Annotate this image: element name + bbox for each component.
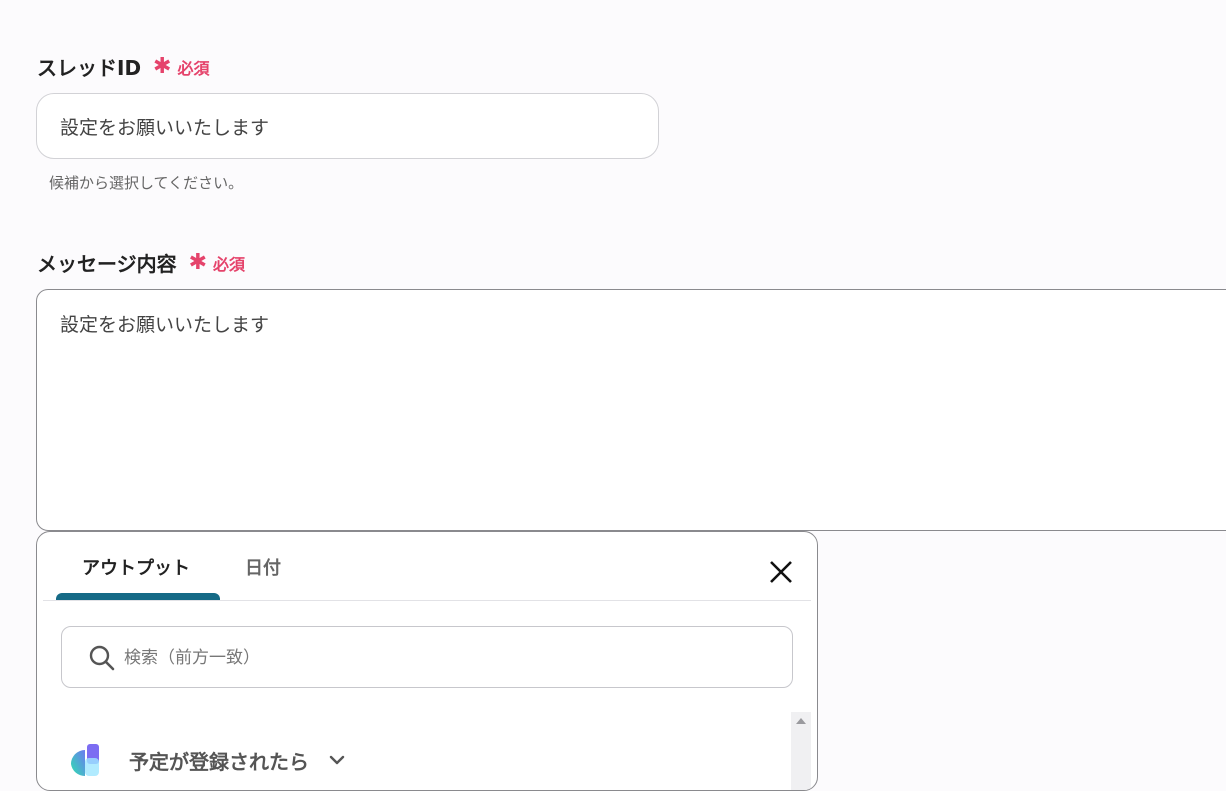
scrollbar[interactable]	[791, 712, 811, 790]
thread-id-label: スレッドID ✱ 必須	[37, 52, 210, 81]
required-asterisk-icon: ✱	[153, 53, 172, 79]
close-icon	[770, 561, 792, 583]
calendar-app-icon	[71, 744, 99, 777]
tab-date[interactable]: 日付	[245, 554, 281, 580]
required-badge: 必須	[177, 58, 210, 78]
message-label: メッセージ内容 ✱ 必須	[37, 248, 245, 277]
search-input[interactable]	[122, 637, 766, 679]
required-badge: 必須	[213, 254, 246, 274]
close-button[interactable]	[765, 556, 797, 588]
thread-id-label-text: スレッドID	[37, 56, 142, 80]
thread-id-value: 設定をお願いいたします	[60, 116, 270, 139]
thread-id-input[interactable]: 設定をお願いいたします	[36, 93, 659, 159]
tab-divider	[43, 600, 811, 601]
search-icon	[89, 645, 115, 671]
message-label-text: メッセージ内容	[37, 252, 177, 276]
search-box	[61, 626, 793, 688]
chevron-down-icon[interactable]	[327, 750, 347, 770]
required-asterisk-icon: ✱	[188, 249, 208, 275]
thread-id-help-text: 候補から選択してください。	[49, 174, 244, 192]
list-item-label: 予定が登録されたら	[129, 749, 309, 774]
tab-output[interactable]: アウトプット	[82, 554, 190, 580]
message-textarea[interactable]: 設定をお願いいたします	[36, 289, 1226, 531]
list-item[interactable]: 予定が登録されたら	[67, 736, 347, 784]
panel-tabs: アウトプット 日付	[37, 532, 817, 601]
scroll-up-arrow-icon[interactable]	[796, 718, 806, 724]
output-picker-panel: アウトプット 日付 予	[36, 531, 818, 791]
message-value: 設定をお願いいたします	[60, 314, 270, 336]
